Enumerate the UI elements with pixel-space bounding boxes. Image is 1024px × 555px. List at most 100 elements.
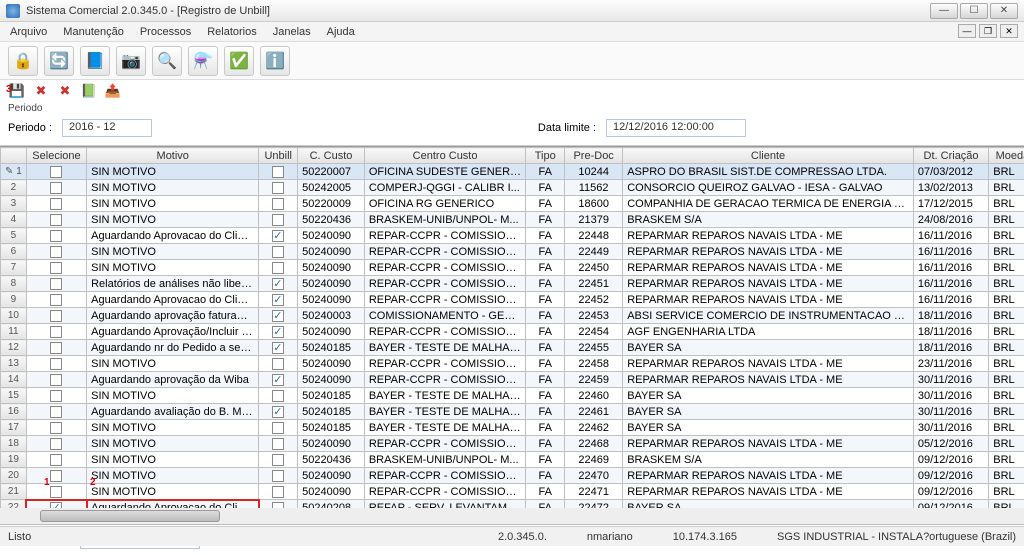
table-row[interactable]: 9Aguardando Aprovacao do Cliente50240090… <box>1 292 1024 308</box>
selecione-checkbox[interactable] <box>26 276 86 292</box>
selecione-checkbox[interactable] <box>26 468 86 484</box>
tool-search[interactable]: 🔍 <box>152 46 182 76</box>
motivo-cell[interactable]: Aguardando avaliação do B. Medição <box>87 404 259 420</box>
table-row[interactable]: 3SIN MOTIVO50220009OFICINA RG GENERICOFA… <box>1 196 1024 212</box>
selecione-checkbox[interactable] <box>26 436 86 452</box>
col-centro[interactable]: Centro Custo <box>364 148 525 164</box>
unbill-checkbox[interactable] <box>259 292 298 308</box>
table-row[interactable]: 17SIN MOTIVO50240185BAYER - TESTE DE MAL… <box>1 420 1024 436</box>
excel-icon[interactable]: 📗 <box>80 82 98 100</box>
motivo-cell[interactable]: SIN MOTIVO <box>87 212 259 228</box>
selecione-checkbox[interactable] <box>26 324 86 340</box>
selecione-checkbox[interactable] <box>26 340 86 356</box>
unbill-checkbox[interactable] <box>259 436 298 452</box>
horizontal-scrollbar[interactable] <box>0 508 1024 524</box>
unbill-checkbox[interactable] <box>259 228 298 244</box>
table-row[interactable]: 12Aguardando nr do Pedido a ser incluíd.… <box>1 340 1024 356</box>
motivo-cell[interactable]: SIN MOTIVO <box>87 420 259 436</box>
unbill-checkbox[interactable] <box>259 340 298 356</box>
table-row[interactable]: 11Aguardando Aprovação/Incluir no Bole..… <box>1 324 1024 340</box>
motivo-cell[interactable]: Aguardando nr do Pedido a ser incluíd... <box>87 340 259 356</box>
motivo-cell[interactable]: SIN MOTIVO <box>87 436 259 452</box>
motivo-cell[interactable]: Aguardando Aprovacao do Cliente <box>87 292 259 308</box>
unbill-checkbox[interactable] <box>259 212 298 228</box>
unbill-checkbox[interactable] <box>259 180 298 196</box>
motivo-cell[interactable]: SIN MOTIVO <box>87 388 259 404</box>
unbill-checkbox[interactable] <box>259 500 298 509</box>
motivo-cell[interactable]: Aguardando Aprovação/Incluir no Bole... <box>87 324 259 340</box>
unbill-checkbox[interactable] <box>259 196 298 212</box>
unbill-checkbox[interactable] <box>259 276 298 292</box>
unbill-checkbox[interactable] <box>259 260 298 276</box>
selecione-checkbox[interactable] <box>26 420 86 436</box>
selecione-checkbox[interactable] <box>26 212 86 228</box>
selecione-checkbox[interactable] <box>26 196 86 212</box>
selecione-checkbox[interactable] <box>26 244 86 260</box>
tool-refresh[interactable]: 🔄 <box>44 46 74 76</box>
col-moeda[interactable]: Moeda <box>989 148 1024 164</box>
selecione-checkbox[interactable] <box>26 404 86 420</box>
selecione-checkbox[interactable] <box>26 308 86 324</box>
menu-relatorios[interactable]: Relatorios <box>207 26 257 38</box>
col-tipo[interactable]: Tipo <box>526 148 565 164</box>
motivo-cell[interactable]: SIN MOTIVO <box>87 484 259 500</box>
periodo-field[interactable]: 2016 - 12 <box>62 119 152 137</box>
unbill-checkbox[interactable] <box>259 164 298 180</box>
unbill-checkbox[interactable] <box>259 308 298 324</box>
unbill-checkbox[interactable] <box>259 484 298 500</box>
table-row[interactable]: 7SIN MOTIVO50240090REPAR-CCPR - COMISSIO… <box>1 260 1024 276</box>
tool-book[interactable]: 📘 <box>80 46 110 76</box>
mdi-close[interactable]: ✕ <box>1000 24 1018 38</box>
unbill-checkbox[interactable] <box>259 404 298 420</box>
col-motivo[interactable]: Motivo <box>87 148 259 164</box>
motivo-cell[interactable]: Aguardando Aprovacao do Cliente <box>87 228 259 244</box>
unbill-checkbox[interactable] <box>259 388 298 404</box>
table-row[interactable]: 13SIN MOTIVO50240090REPAR-CCPR - COMISSI… <box>1 356 1024 372</box>
table-row[interactable]: 19SIN MOTIVO50220436BRASKEM-UNIB/UNPOL- … <box>1 452 1024 468</box>
selecione-checkbox[interactable] <box>26 260 86 276</box>
unbill-checkbox[interactable] <box>259 356 298 372</box>
selecione-checkbox[interactable] <box>26 388 86 404</box>
scroll-thumb[interactable] <box>40 510 220 522</box>
menu-manutencao[interactable]: Manutenção <box>63 26 124 38</box>
minimize-button[interactable]: — <box>930 3 958 19</box>
unbill-checkbox[interactable] <box>259 468 298 484</box>
tool-check[interactable]: ✅ <box>224 46 254 76</box>
table-row[interactable]: 4SIN MOTIVO50220436BRASKEM-UNIB/UNPOL- M… <box>1 212 1024 228</box>
menu-janelas[interactable]: Janelas <box>273 26 311 38</box>
maximize-button[interactable]: ☐ <box>960 3 988 19</box>
cancel-icon[interactable]: ✖ <box>56 82 74 100</box>
col-rownum[interactable] <box>1 148 27 164</box>
unbill-checkbox[interactable] <box>259 452 298 468</box>
col-cliente[interactable]: Cliente <box>623 148 914 164</box>
mdi-restore[interactable]: ❐ <box>979 24 997 38</box>
menu-ajuda[interactable]: Ajuda <box>327 26 355 38</box>
col-selecione[interactable]: Selecione <box>26 148 86 164</box>
table-row[interactable]: 2SIN MOTIVO50242005COMPERJ-QGGI - CALIBR… <box>1 180 1024 196</box>
motivo-cell[interactable]: SIN MOTIVO <box>87 244 259 260</box>
table-row[interactable]: 22Aguardando Aprovacao do Cliente5024020… <box>1 500 1024 509</box>
tool-info[interactable]: ℹ️ <box>260 46 290 76</box>
unbill-checkbox[interactable] <box>259 420 298 436</box>
motivo-cell[interactable]: SIN MOTIVO <box>87 164 259 180</box>
selecione-checkbox[interactable] <box>26 452 86 468</box>
datalimite-field[interactable]: 12/12/2016 12:00:00 <box>606 119 746 137</box>
selecione-checkbox[interactable] <box>26 356 86 372</box>
selecione-checkbox[interactable] <box>26 228 86 244</box>
tool-lab[interactable]: ⚗️ <box>188 46 218 76</box>
mdi-minimize[interactable]: — <box>958 24 976 38</box>
col-predoc[interactable]: Pre-Doc <box>565 148 623 164</box>
table-row[interactable]: 21SIN MOTIVO50240090REPAR-CCPR - COMISSI… <box>1 484 1024 500</box>
motivo-cell[interactable]: Aguardando aprovação faturamento ... <box>87 308 259 324</box>
menu-processos[interactable]: Processos <box>140 26 191 38</box>
motivo-cell[interactable]: Aguardando aprovação da Wiba <box>87 372 259 388</box>
table-row[interactable]: 15SIN MOTIVO50240185BAYER - TESTE DE MAL… <box>1 388 1024 404</box>
table-row[interactable]: 5Aguardando Aprovacao do Cliente50240090… <box>1 228 1024 244</box>
motivo-cell[interactable]: Aguardando Aprovacao do Cliente <box>87 500 259 509</box>
table-row[interactable]: ✎ 1SIN MOTIVO50220007OFICINA SUDESTE GEN… <box>1 164 1024 180</box>
col-ccusto[interactable]: C. Custo <box>298 148 365 164</box>
motivo-cell[interactable]: SIN MOTIVO <box>87 356 259 372</box>
export-icon[interactable]: 📤 <box>104 82 122 100</box>
close-button[interactable]: ✕ <box>990 3 1018 19</box>
unbill-checkbox[interactable] <box>259 372 298 388</box>
